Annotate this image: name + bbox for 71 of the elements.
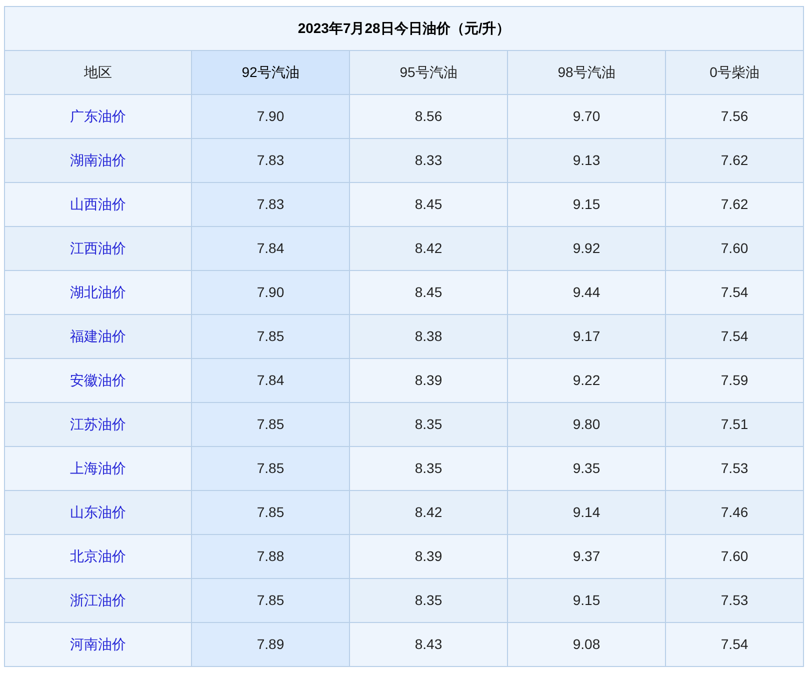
column-header: 92号汽油 [192,50,350,94]
price-cell: 9.15 [508,182,666,226]
table-title: 2023年7月28日今日油价（元/升） [4,6,804,50]
price-cell: 7.62 [666,138,804,182]
price-cell: 9.14 [508,490,666,534]
price-cell: 8.38 [350,314,508,358]
price-cell: 9.37 [508,534,666,578]
price-cell: 9.22 [508,358,666,402]
price-cell: 7.90 [192,270,350,314]
region-link[interactable]: 福建油价 [4,314,192,358]
price-cell: 7.85 [192,490,350,534]
region-link[interactable]: 广东油价 [4,94,192,138]
price-cell: 7.89 [192,622,350,666]
price-cell: 8.35 [350,578,508,622]
price-cell: 8.42 [350,226,508,270]
price-cell: 9.70 [508,94,666,138]
region-link[interactable]: 安徽油价 [4,358,192,402]
region-link[interactable]: 湖北油价 [4,270,192,314]
price-cell: 7.59 [666,358,804,402]
column-header: 98号汽油 [508,50,666,94]
price-cell: 7.84 [192,358,350,402]
price-cell: 8.35 [350,402,508,446]
price-cell: 7.53 [666,446,804,490]
price-cell: 9.92 [508,226,666,270]
region-link[interactable]: 江西油价 [4,226,192,270]
price-cell: 7.85 [192,402,350,446]
price-cell: 7.85 [192,446,350,490]
price-cell: 9.08 [508,622,666,666]
price-cell: 7.51 [666,402,804,446]
price-cell: 7.54 [666,314,804,358]
price-cell: 7.88 [192,534,350,578]
region-link[interactable]: 江苏油价 [4,402,192,446]
price-cell: 7.90 [192,94,350,138]
price-cell: 7.54 [666,622,804,666]
region-link[interactable]: 北京油价 [4,534,192,578]
price-cell: 7.85 [192,314,350,358]
price-cell: 9.44 [508,270,666,314]
price-cell: 7.56 [666,94,804,138]
price-cell: 7.85 [192,578,350,622]
region-link[interactable]: 湖南油价 [4,138,192,182]
price-cell: 9.80 [508,402,666,446]
column-header: 地区 [4,50,192,94]
region-link[interactable]: 上海油价 [4,446,192,490]
price-cell: 7.83 [192,138,350,182]
price-cell: 7.60 [666,226,804,270]
price-cell: 9.15 [508,578,666,622]
price-cell: 8.42 [350,490,508,534]
price-cell: 8.56 [350,94,508,138]
price-cell: 8.33 [350,138,508,182]
column-header: 0号柴油 [666,50,804,94]
column-header: 95号汽油 [350,50,508,94]
price-cell: 8.43 [350,622,508,666]
price-cell: 8.35 [350,446,508,490]
price-cell: 9.17 [508,314,666,358]
price-cell: 7.83 [192,182,350,226]
region-link[interactable]: 山西油价 [4,182,192,226]
price-cell: 8.45 [350,182,508,226]
price-cell: 7.62 [666,182,804,226]
price-cell: 9.35 [508,446,666,490]
price-cell: 7.53 [666,578,804,622]
price-cell: 8.39 [350,358,508,402]
price-cell: 8.45 [350,270,508,314]
price-cell: 9.13 [508,138,666,182]
price-cell: 7.84 [192,226,350,270]
region-link[interactable]: 河南油价 [4,622,192,666]
price-cell: 7.54 [666,270,804,314]
region-link[interactable]: 山东油价 [4,490,192,534]
price-cell: 7.46 [666,490,804,534]
price-cell: 8.39 [350,534,508,578]
price-cell: 7.60 [666,534,804,578]
region-link[interactable]: 浙江油价 [4,578,192,622]
